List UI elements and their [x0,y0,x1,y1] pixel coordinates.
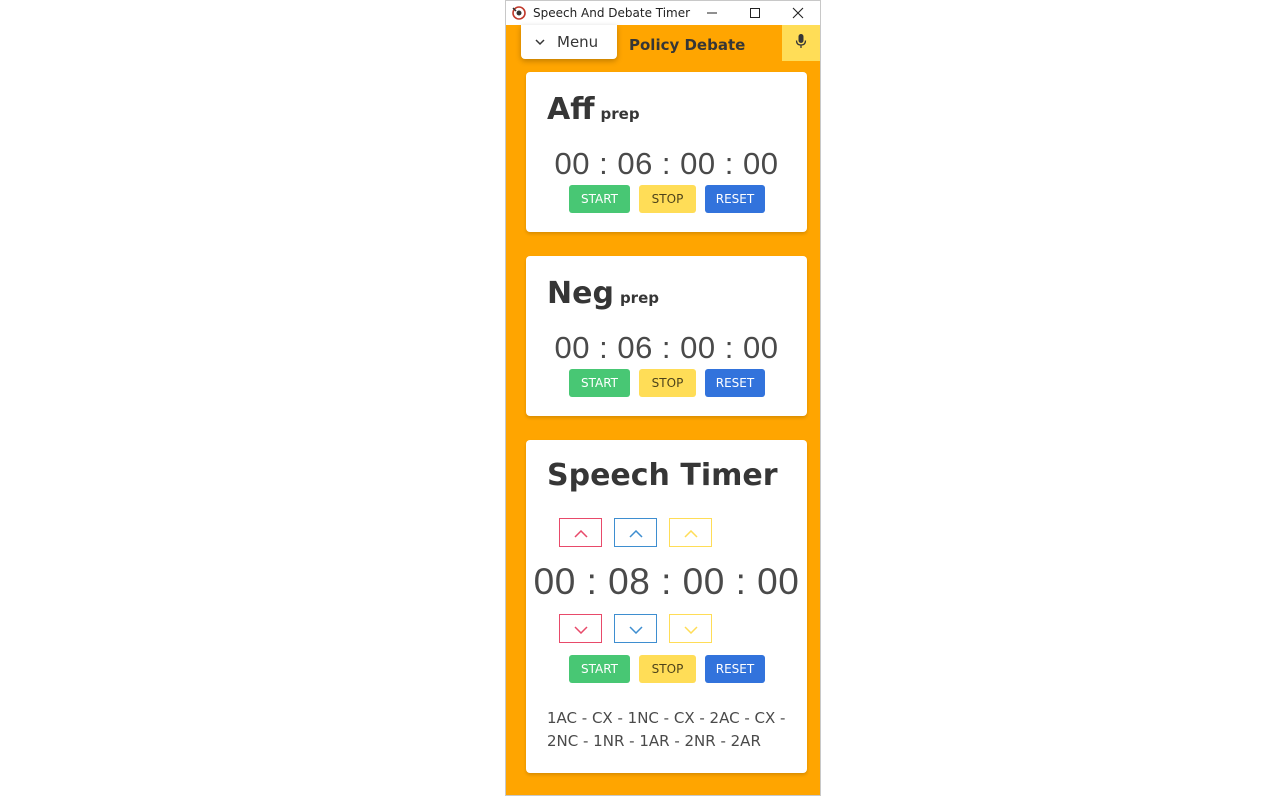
microphone-icon [795,33,807,53]
menu-label: Menu [557,33,599,51]
chevron-up-icon [628,523,643,542]
card-subtitle: prep [619,289,659,307]
timer-display: 00 : 08 : 00 : 00 [533,561,800,602]
format-title: Policy Debate [629,36,746,54]
timer-controls: START STOP RESET [569,185,765,213]
card-subtitle: prep [600,105,640,123]
decrement-minutes-button[interactable] [614,614,657,643]
chevron-down-icon [628,619,643,638]
speech-sequence: 1AC - CX - 1NC - CX - 2AC - CX - 2NC - 1… [547,709,786,750]
card-title: Neg prep [547,276,659,311]
card-title-text: Neg [547,276,614,311]
neg-prep-card: Neg prep 00 : 06 : 00 : 00 START STOP RES… [526,256,807,416]
decrement-seconds-button[interactable] [669,614,712,643]
increment-minutes-button[interactable] [614,518,657,547]
timer-display: 00 : 06 : 00 : 00 [554,146,779,181]
window-title: Speech And Debate Timer [533,6,691,20]
start-button[interactable]: START [569,185,630,213]
increment-hours-button[interactable] [559,518,602,547]
chevron-down-icon [535,36,545,49]
increment-controls [559,518,712,547]
timer-controls: START STOP RESET [569,369,765,397]
app-content: Menu Policy Debate Aff prep 00 : 06 : 00 … [506,25,820,795]
speech-timer-card: Speech Timer 00 : 08 : 00 : 00 START STO… [526,440,807,773]
card-title-text: Aff [547,92,595,127]
reset-button[interactable]: RESET [705,185,765,213]
chevron-up-icon [573,523,588,542]
timer-controls: START STOP RESET [569,655,765,683]
minimize-button[interactable] [690,1,733,25]
increment-seconds-button[interactable] [669,518,712,547]
start-button[interactable]: START [569,655,630,683]
chevron-down-icon [683,619,698,638]
start-button[interactable]: START [569,369,630,397]
reset-button[interactable]: RESET [705,655,765,683]
stop-button[interactable]: STOP [639,655,696,683]
card-title: Aff prep [547,92,640,127]
aff-prep-card: Aff prep 00 : 06 : 00 : 00 START STOP RES… [526,72,807,232]
microphone-button[interactable] [782,25,820,61]
menu-button[interactable]: Menu [521,25,617,59]
app-window: Speech And Debate Timer Menu Policy Deba… [505,0,821,796]
stop-button[interactable]: STOP [639,185,696,213]
close-button[interactable] [777,1,820,25]
card-title: Speech Timer [547,458,778,493]
decrement-hours-button[interactable] [559,614,602,643]
reset-button[interactable]: RESET [705,369,765,397]
chevron-down-icon [573,619,588,638]
timer-display: 00 : 06 : 00 : 00 [554,330,779,365]
app-logo-icon [511,5,527,21]
title-bar: Speech And Debate Timer [506,1,820,25]
chevron-up-icon [683,523,698,542]
decrement-controls [559,614,712,643]
maximize-button[interactable] [733,1,776,25]
stop-button[interactable]: STOP [639,369,696,397]
